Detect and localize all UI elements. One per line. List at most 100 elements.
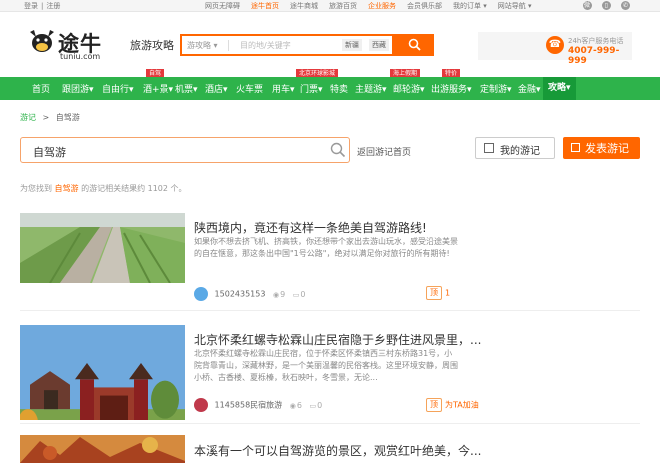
nav-item[interactable]: 主题游▾: [355, 82, 387, 95]
entry-description: 北京怀柔红螺寺松霖山庄民宿，位于怀柔区怀柔镇西三村东桥路31号，小院背靠青山，深…: [194, 349, 458, 382]
register-link[interactable]: 注册: [46, 2, 60, 10]
tuniu-logo[interactable]: 途牛 tuniu.com: [28, 24, 103, 64]
comment-icon: ▭: [309, 401, 317, 410]
nav-item[interactable]: 出游服务▾: [431, 82, 472, 95]
hotline-number: 4007-999-999: [568, 46, 620, 66]
avatar[interactable]: [194, 398, 208, 412]
notes-search-input[interactable]: 自驾游: [20, 137, 350, 163]
top-link[interactable]: 网页无障碍: [205, 1, 240, 11]
notes-search-value: 自驾游: [33, 146, 66, 159]
breadcrumb-current: 自驾游: [55, 113, 80, 122]
hot-tag[interactable]: 新疆: [342, 39, 362, 51]
nav-item[interactable]: 自由行▾: [102, 82, 134, 95]
entry-title[interactable]: 本溪有一个可以自驾游览的景区，观赏红叶绝美，今...: [194, 442, 634, 459]
account-links: 登录 | 注册: [24, 1, 63, 11]
top-link[interactable]: 我的订单 ▾: [453, 1, 487, 11]
search-icon: [408, 38, 421, 51]
cheer-label: 为TA加油: [445, 400, 479, 410]
entry-author[interactable]: 1145858民宿旅游: [215, 401, 283, 410]
cheer-button[interactable]: 顶为TA加油: [426, 398, 479, 412]
post-note-button[interactable]: 发表游记: [563, 137, 640, 159]
entry-thumbnail[interactable]: [20, 213, 185, 283]
mobile-icon[interactable]: ▯: [601, 1, 611, 10]
top-link[interactable]: 企业服务: [368, 1, 396, 11]
phone-icon: ☎: [546, 36, 564, 54]
cheer-button[interactable]: 顶1: [426, 286, 450, 300]
result-keyword: 自驾游: [54, 184, 79, 193]
nav-item[interactable]: 机票▾: [175, 82, 198, 95]
login-link[interactable]: 登录: [24, 2, 38, 10]
cheer-icon: 顶: [426, 286, 442, 300]
search-button[interactable]: [394, 34, 434, 56]
weibo-icon[interactable]: 微: [582, 1, 592, 10]
entry-author[interactable]: 1502435153: [215, 290, 266, 299]
entry-meta: 1502435153 ◉9 ▭0: [194, 287, 305, 301]
post-note-label: 发表游记: [585, 142, 629, 155]
entry-description: 如果你不想去挤飞机、挤高铁，你还想带个家出去游山玩水，感受沿途美景的自在惬意，那…: [194, 237, 458, 258]
search-input[interactable]: 目的地/关键字: [240, 40, 291, 51]
breadcrumb: 游记 > 自驾游: [20, 112, 80, 123]
divider: [20, 423, 640, 424]
top-link[interactable]: 途牛商城: [290, 1, 318, 11]
comment-count: ▭0: [309, 401, 322, 410]
view-count: ◉6: [290, 401, 302, 410]
result-prefix: 为您找到: [20, 184, 55, 193]
top-link[interactable]: 网站导航 ▾: [498, 1, 532, 11]
nav-item[interactable]: 跟团游▾: [62, 82, 94, 95]
cow-logo-icon: [30, 30, 54, 52]
nav-item[interactable]: 攻略▾: [543, 77, 576, 100]
comment-count: ▭0: [293, 290, 306, 299]
nav-item[interactable]: 首页: [32, 82, 50, 95]
cheer-icon: 顶: [426, 398, 442, 412]
entry-title[interactable]: 北京怀柔红螺寺松霖山庄民宿隐于乡野住进风景里，...: [194, 331, 634, 348]
nav-item[interactable]: 金融▾: [518, 82, 541, 95]
wechat-icon[interactable]: ✆: [621, 1, 630, 10]
view-count: ◉9: [273, 290, 285, 299]
avatar[interactable]: [194, 287, 208, 301]
result-suffix: 的游记相关结果约 1102 个。: [78, 184, 187, 193]
comment-count-value: 0: [300, 289, 306, 299]
nav-item[interactable]: 酒+景▾: [143, 82, 173, 95]
comment-icon: ▭: [292, 290, 300, 299]
entry-title[interactable]: 陕西境内，竟还有这样一条绝美自驾游路线!: [194, 219, 634, 236]
nav-item[interactable]: 用车▾: [272, 82, 295, 95]
comment-count-value: 0: [317, 400, 323, 410]
hot-tag[interactable]: 西藏: [369, 39, 389, 51]
my-notes-button[interactable]: 我的游记: [475, 137, 555, 159]
result-count: 为您找到 自驾游 的游记相关结果约 1102 个。: [20, 183, 187, 194]
hotline-label: 24h客户服务电话: [568, 37, 624, 45]
entry-thumbnail[interactable]: [20, 435, 185, 463]
eye-icon: ◉: [289, 401, 296, 410]
nav-item[interactable]: 邮轮游▾: [393, 82, 425, 95]
breadcrumb-home[interactable]: 游记: [20, 113, 36, 122]
list-item: 本溪有一个可以自驾游览的景区，观赏红叶绝美，今...: [20, 435, 640, 463]
list-item: 北京怀柔红螺寺松霖山庄民宿隐于乡野住进风景里，... 北京怀柔红螺寺松霖山庄民宿…: [20, 325, 640, 425]
list-item: 陕西境内，竟还有这样一条绝美自驾游路线! 如果你不想去挤飞机、挤高铁，你还想带个…: [20, 213, 640, 313]
view-count-value: 9: [280, 289, 286, 299]
entry-thumbnail[interactable]: [20, 325, 185, 420]
nav-item[interactable]: 酒店▾: [205, 82, 228, 95]
top-link[interactable]: 旅游百货: [329, 1, 357, 11]
nav-item[interactable]: 门票▾: [300, 82, 323, 95]
divider: [20, 310, 640, 311]
main-nav: 首页 跟团游▾ 自由行▾ 酒+景▾ 机票▾ 酒店▾ 火车票 用车▾ 门票▾ 特卖 主题游▾ 邮轮游▾ 出…: [0, 77, 660, 100]
my-notes-label: 我的游记: [500, 146, 540, 157]
nav-item[interactable]: 特卖: [330, 82, 348, 95]
nav-item[interactable]: 火车票: [236, 82, 263, 95]
back-to-notes-home-link[interactable]: 返回游记首页: [357, 145, 411, 158]
eye-icon: ◉: [273, 290, 280, 299]
top-utility-bar: 登录 | 注册 网页无障碍 途牛首页 途牛商城 旅游百货 企业服务 会员俱乐部 我的订单 ▾ 网站…: [0, 0, 660, 12]
nav-item[interactable]: 定制游▾: [480, 82, 512, 95]
top-link[interactable]: 会员俱乐部: [407, 1, 442, 11]
entry-meta: 1145858民宿旅游 ◉6 ▭0: [194, 398, 322, 412]
cheer-count: 1: [445, 288, 451, 298]
social-icons: 微 ▯ ✆: [575, 1, 630, 10]
channel-title: 旅游攻略: [130, 39, 174, 52]
search-icon[interactable]: [330, 142, 346, 158]
header-search[interactable]: 游攻略 ▾ 目的地/关键字 新疆 西藏: [180, 34, 394, 56]
search-category-select[interactable]: 游攻略 ▾: [187, 40, 229, 51]
top-link[interactable]: 途牛首页: [251, 1, 279, 11]
top-links: 网页无障碍 途牛首页 途牛商城 旅游百货 企业服务 会员俱乐部 我的订单 ▾ 网站导航 ▾: [205, 1, 543, 11]
brand-domain: tuniu.com: [60, 52, 101, 61]
notebook-icon: [484, 143, 494, 153]
